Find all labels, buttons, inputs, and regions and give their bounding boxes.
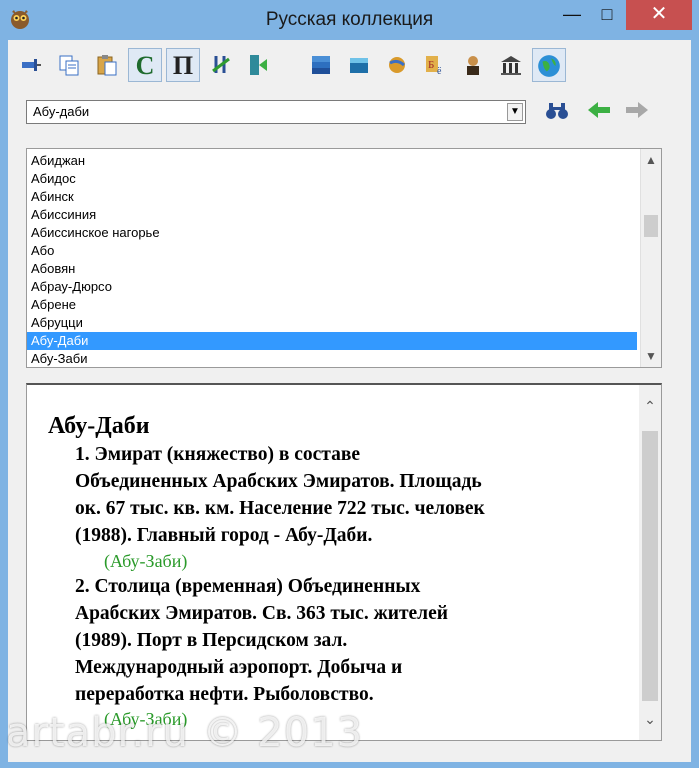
list-item[interactable]: Абиссиния <box>27 206 637 224</box>
chevron-down-icon: ▼ <box>645 349 657 363</box>
globe-tools-icon <box>389 57 405 73</box>
arrow-right-icon <box>626 102 648 118</box>
minimize-icon: — <box>563 4 581 24</box>
svg-text:Б: Б <box>428 59 434 71</box>
paste-icon <box>97 55 117 76</box>
article-line: Арабских Эмиратов. Св. 363 тыс. жителей <box>75 603 449 624</box>
word-list[interactable]: Абиджан Абидос Абинск Абиссиния Абиссинское … <box>26 148 662 368</box>
dictionary-button[interactable]: Бё <box>418 48 452 82</box>
article-section-2: 2. Столица (временная) Объединенных Араб… <box>75 573 595 708</box>
list-item[interactable]: Або <box>27 242 637 260</box>
search-combobox[interactable]: Абу-даби ▼ <box>26 100 526 124</box>
list-item[interactable]: Абу-Заби <box>27 350 637 367</box>
copy-button[interactable] <box>52 48 86 82</box>
exit-icon <box>250 55 267 75</box>
article-panel: Абу-Даби 1. Эмират (княжество) в составе… <box>26 383 662 741</box>
watermark: artabr.ru © 2013 <box>6 710 364 756</box>
exit-button[interactable] <box>242 48 276 82</box>
article-link-1[interactable]: (Абу-Заби) <box>104 551 187 572</box>
search-input[interactable]: Абу-даби <box>33 104 89 119</box>
article-line: Международный аэропорт. Добыча и <box>75 657 403 678</box>
chevron-up-icon: ⌃ <box>644 400 656 415</box>
book-stack-icon <box>312 56 330 74</box>
list-item[interactable]: Абу-Даби <box>27 332 637 350</box>
russian-c-button[interactable]: С <box>128 48 162 82</box>
chevron-down-icon: ▼ <box>510 106 520 117</box>
article-scroll-down-button[interactable]: ⌄ <box>639 712 661 730</box>
close-button[interactable]: ✕ <box>626 0 692 30</box>
library-button[interactable] <box>494 48 528 82</box>
list-scrollbar[interactable]: ▲ ▼ <box>640 149 661 367</box>
article-scrollbar[interactable]: ⌃ ⌄ <box>639 385 661 740</box>
list-item[interactable]: Абрене <box>27 296 637 314</box>
article-line: (1988). Главный город - Абу-Даби. <box>75 525 373 546</box>
list-item[interactable]: Абиссинское нагорье <box>27 224 637 242</box>
scroll-down-button[interactable]: ▼ <box>641 347 661 365</box>
article-line: 2. Столица (временная) Объединенных <box>75 576 421 597</box>
minimize-button[interactable]: — <box>555 0 589 30</box>
find-button[interactable] <box>542 100 572 126</box>
maximize-button[interactable]: □ <box>590 0 624 30</box>
article-line: Объединенных Арабских Эмиратов. Площадь <box>75 471 482 492</box>
article-scroll-up-button[interactable]: ⌃ <box>639 399 661 417</box>
back-button[interactable] <box>584 100 614 126</box>
box-button[interactable] <box>342 48 376 82</box>
letter-c-icon: С <box>135 51 155 80</box>
sort-button[interactable] <box>204 48 238 82</box>
title-bar[interactable]: Русская коллекция — □ ✕ <box>0 0 699 40</box>
maximize-icon: □ <box>601 4 613 24</box>
box-icon <box>350 58 368 73</box>
article-line: (1989). Порт в Персидском зал. <box>75 630 348 651</box>
article-line: 1. Эмират (княжество) в составе <box>75 444 361 465</box>
close-icon: ✕ <box>650 3 668 25</box>
chevron-up-icon: ▲ <box>645 153 657 167</box>
library-icon <box>501 56 521 75</box>
globe-tools-button[interactable] <box>380 48 414 82</box>
list-item[interactable]: Абидос <box>27 170 637 188</box>
person-button[interactable] <box>456 48 490 82</box>
globe-icon <box>538 55 560 77</box>
article-scroll-thumb[interactable] <box>642 431 658 701</box>
client-area: С П Бё Абу-даби ▼ Абиджан Абидос Абинск … <box>8 40 691 762</box>
list-item[interactable]: Абруцци <box>27 314 637 332</box>
list-item[interactable]: Абиджан <box>27 152 637 170</box>
pin-icon <box>22 59 41 71</box>
forward-button[interactable] <box>622 100 652 126</box>
pin-button[interactable] <box>14 48 48 82</box>
book-stack-button[interactable] <box>304 48 338 82</box>
list-item[interactable]: Абинск <box>27 188 637 206</box>
toolbar: С П Бё <box>8 46 691 84</box>
list-item[interactable]: Абовян <box>27 260 637 278</box>
svg-text:ё: ё <box>437 66 442 77</box>
article-line: ок. 67 тыс. кв. км. Население 722 тыс. ч… <box>75 498 485 519</box>
sort-icon <box>212 56 230 73</box>
copy-icon <box>59 55 79 76</box>
binoculars-icon <box>546 103 568 119</box>
app-window: Русская коллекция — □ ✕ С П Б ё Абу-даби… <box>0 0 699 768</box>
russian-p-button[interactable]: П <box>166 48 200 82</box>
scroll-thumb[interactable] <box>644 215 658 237</box>
article-title: Абу-Даби <box>48 413 150 439</box>
person-icon <box>467 56 479 75</box>
paste-button[interactable] <box>90 48 124 82</box>
dictionary-icon: Бё <box>426 56 442 77</box>
article-line: переработка нефти. Рыболовство. <box>75 684 374 705</box>
letter-p-icon: П <box>172 51 194 80</box>
scroll-up-button[interactable]: ▲ <box>641 151 661 169</box>
globe-button[interactable] <box>532 48 566 82</box>
dropdown-button[interactable]: ▼ <box>507 103 523 121</box>
list-item[interactable]: Абрау-Дюрсо <box>27 278 637 296</box>
arrow-left-icon <box>588 102 610 118</box>
article-section-1: 1. Эмират (княжество) в составе Объедине… <box>75 441 595 549</box>
chevron-down-icon: ⌄ <box>644 713 656 728</box>
